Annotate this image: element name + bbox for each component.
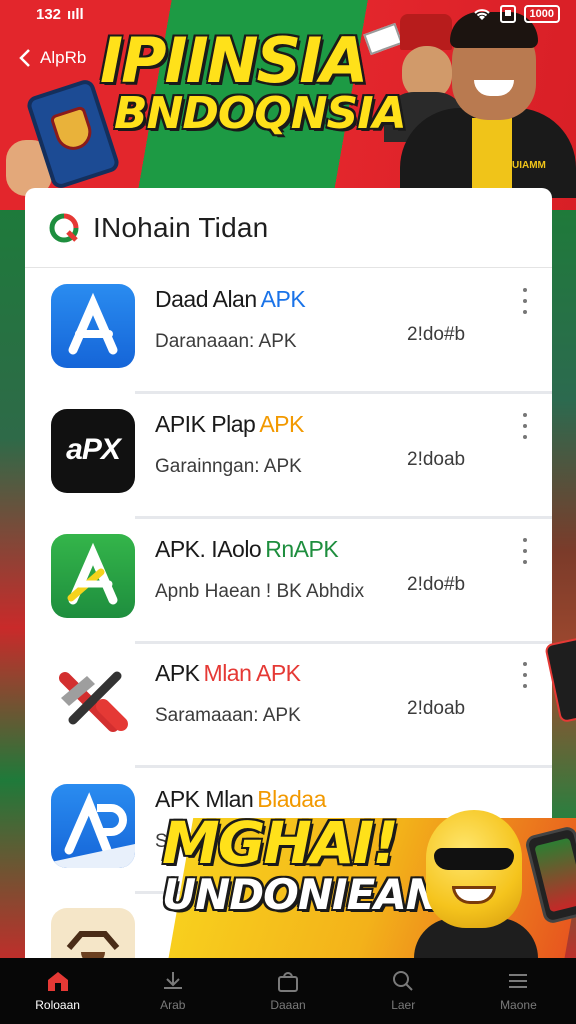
garuda-emblem-icon — [49, 105, 97, 155]
list-item[interactable]: APK Mlan APK Saramaaan: APK 2!doab — [25, 646, 552, 768]
item-title: Daad Alan APK — [155, 286, 306, 312]
brand-logo-icon — [49, 213, 79, 243]
menu-icon — [505, 970, 531, 992]
signal-icon: ııll — [67, 5, 84, 23]
back-button[interactable]: AlpRb — [18, 48, 86, 68]
nav-download[interactable]: Arab — [115, 958, 230, 1024]
nav-bag-label: Daaan — [270, 998, 306, 1012]
nav-bag[interactable]: Daaan — [230, 958, 345, 1024]
nav-menu-label: Maone — [500, 998, 537, 1012]
list-item[interactable]: APK. IAolo RnAPK Apnb Haean ! BK Abhdix 2… — [25, 522, 552, 644]
more-options-icon[interactable] — [519, 662, 531, 688]
back-label: AlpRb — [40, 48, 87, 67]
bottom-navigation: Roloaan Arab Daaan Laer Maone — [0, 958, 576, 1024]
app-store-blue-icon — [51, 284, 135, 368]
more-options-icon[interactable] — [519, 538, 531, 564]
banner-title-line2: BNDOQNSIA — [114, 88, 407, 139]
banner-title-line1: IPIINSIA — [100, 24, 368, 97]
list-item[interactable]: aPX APIK Plap APK Garainngan: APK 2!doab — [25, 397, 552, 519]
app-store-blue-icon — [51, 784, 135, 868]
nav-menu[interactable]: Maone — [461, 958, 576, 1024]
banner-title: IPIINSIA BNDOQNSIA — [100, 24, 407, 139]
nav-download-label: Arab — [160, 998, 186, 1012]
item-size: 2!doab — [407, 449, 466, 470]
more-options-icon[interactable] — [519, 413, 531, 439]
item-title: APIK Plap APK — [155, 411, 304, 437]
nav-search[interactable]: Laer — [346, 958, 461, 1024]
download-icon — [160, 970, 186, 992]
bag-icon — [275, 970, 301, 992]
jacket-badge: UIAMM — [512, 160, 546, 171]
item-size: 2!doab — [407, 698, 466, 719]
home-icon — [45, 970, 71, 992]
nav-home-label: Roloaan — [35, 998, 80, 1012]
item-title: APK Mlan APK — [155, 660, 301, 686]
sunglasses-icon — [434, 848, 514, 870]
search-icon — [390, 970, 416, 992]
wifi-icon — [473, 9, 490, 20]
nav-home[interactable]: Roloaan — [0, 958, 115, 1024]
more-options-icon[interactable] — [519, 288, 531, 314]
promo-line2: UNDONIEAN — [162, 870, 441, 920]
app-store-green-icon — [51, 534, 135, 618]
nav-search-label: Laer — [391, 998, 416, 1012]
item-size: 2!do#b — [407, 574, 466, 595]
mascot-illustration — [414, 806, 538, 978]
screen-record-icon — [499, 5, 516, 23]
status-time: 132 — [36, 5, 62, 23]
promo-line1: MGHAI! — [162, 809, 399, 877]
card-header: INohain Tidan — [25, 188, 552, 268]
promo-banner: MGHAI! UNDONIEAN — [150, 800, 576, 978]
chevron-left-icon — [19, 49, 30, 67]
banner-person-main: UIAMM — [400, 8, 576, 198]
battery-indicator: 1000 — [523, 5, 560, 23]
tools-red-icon — [51, 658, 135, 742]
list-item[interactable]: Daad Alan APK Daranaaan: APK 2!do#b — [25, 272, 552, 394]
apx-black-icon: aPX — [51, 409, 135, 493]
item-size: 2!do#b — [407, 324, 466, 345]
item-title: APK. IAolo RnAPK — [155, 536, 339, 562]
card-title: INohain Tidan — [93, 211, 269, 243]
